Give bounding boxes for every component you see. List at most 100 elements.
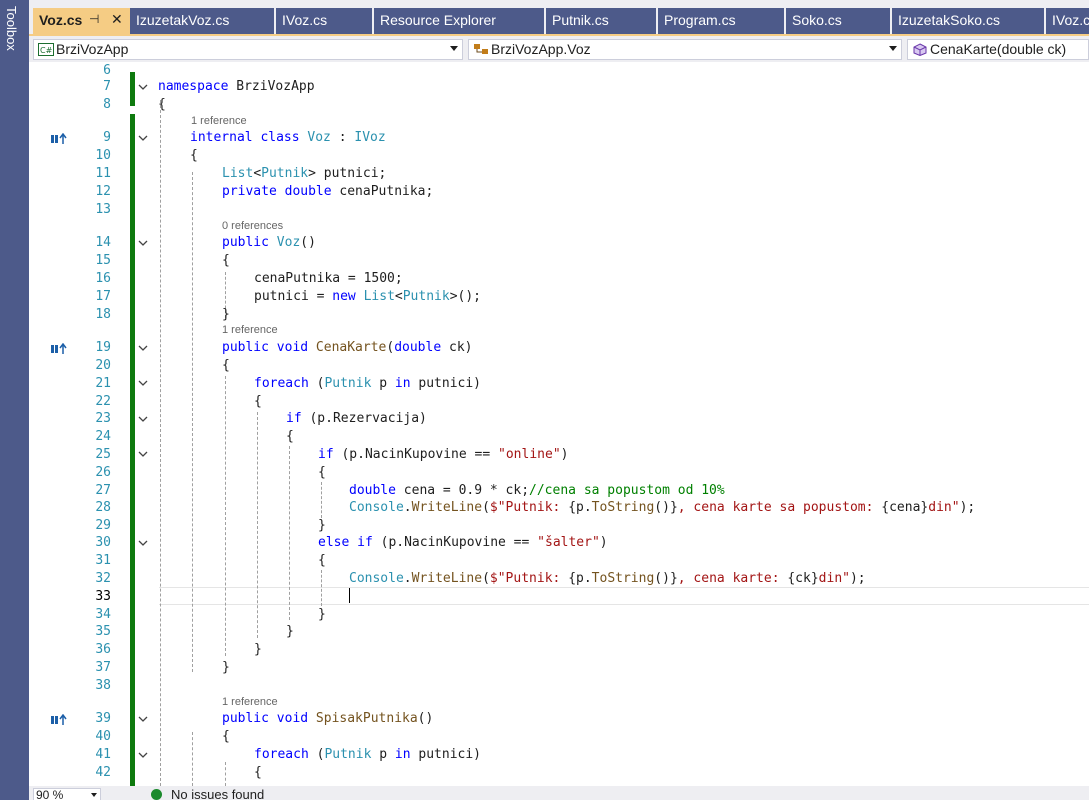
codelens-references[interactable]: 1 reference [222, 695, 278, 709]
collapse-chevron-icon[interactable] [137, 132, 149, 144]
interp: {ck} [787, 571, 819, 586]
code-line-10[interactable]: { [190, 147, 198, 165]
code-line-11[interactable]: List<Putnik> putnici; [222, 165, 386, 183]
keyword: double [394, 340, 442, 355]
codelens-references[interactable]: 1 reference [222, 323, 278, 337]
line-number: 7 [103, 79, 111, 94]
code-line-35[interactable]: } [286, 623, 294, 641]
tab-izuzetaksoko-cs[interactable]: IzuzetakSoko.cs [892, 8, 1044, 34]
collapse-chevron-icon[interactable] [137, 237, 149, 249]
code-line-23[interactable]: if (p.Rezervacija) [286, 410, 427, 428]
tab-resource-explorer[interactable]: Resource Explorer [374, 8, 544, 34]
code-line-34[interactable]: } [318, 606, 326, 624]
condition: (p.NacinKupovine == [372, 535, 538, 550]
constructor-name: Voz [276, 235, 301, 250]
codelens-references[interactable]: 0 references [222, 219, 283, 233]
code-line-19[interactable]: public void CenaKarte(double ck) [222, 339, 472, 357]
code-line-17[interactable]: putnici = new List<Putnik>(); [254, 288, 481, 306]
toolbox-label[interactable]: Toolbox [4, 6, 19, 51]
punct: : [330, 130, 355, 145]
toolbox-strip[interactable]: Toolbox [0, 0, 29, 800]
collapse-chevron-icon[interactable] [137, 537, 149, 549]
tab-voz-cs[interactable]: Voz.cs ⊣ ✕ [33, 8, 132, 36]
implements-member-icon[interactable] [51, 343, 69, 355]
code-line-9[interactable]: internal class Voz : IVoz [190, 129, 386, 147]
code-editor[interactable]: 6 7 8 9 10 11 12 13 14 15 16 17 18 19 20… [29, 62, 1089, 786]
code-line-40[interactable]: { [222, 728, 230, 746]
brace: { [254, 394, 262, 409]
collapse-chevron-icon[interactable] [137, 413, 149, 425]
tab-putnik-cs[interactable]: Putnik.cs [546, 8, 656, 34]
line-number: 40 [95, 729, 111, 744]
string-literal: din" [928, 500, 960, 515]
tab-label: Resource Explorer [380, 12, 496, 28]
code-line-26[interactable]: { [318, 464, 326, 482]
code-line-29[interactable]: } [318, 517, 326, 535]
punct: . [403, 571, 412, 586]
code-line-24[interactable]: { [286, 428, 294, 446]
code-line-42[interactable]: { [254, 764, 262, 782]
keyword: public void [222, 711, 309, 726]
codelens-references[interactable]: 1 reference [191, 114, 247, 128]
code-line-22[interactable]: { [254, 393, 262, 411]
code-line-31[interactable]: { [318, 552, 326, 570]
code-line-36[interactable]: } [254, 641, 262, 659]
keyword: foreach [254, 376, 309, 391]
identifier: putnici = [254, 289, 333, 304]
code-line-7[interactable]: namespace BrziVozApp [158, 78, 315, 96]
tab-soko-cs[interactable]: Soko.cs [786, 8, 890, 34]
project-dropdown[interactable]: C# BrziVozApp [33, 39, 463, 60]
member-dropdown[interactable]: CenaKarte(double ck) [907, 39, 1089, 60]
code-line-14[interactable]: public Voz() [222, 234, 316, 252]
code-line-16[interactable]: cenaPutnika = 1500; [254, 270, 403, 288]
identifier: cenaPutnika; [331, 184, 434, 199]
line-number: 41 [95, 747, 111, 762]
type-dropdown[interactable]: BrziVozApp.Voz [468, 39, 902, 60]
csharp-project-icon: C# [38, 43, 54, 56]
code-line-27[interactable]: double cena = 0.9 * ck;//cena sa popusto… [349, 482, 725, 500]
class-name: Voz [307, 130, 331, 145]
method-name: CenaKarte [315, 340, 387, 355]
type: Console [349, 500, 404, 515]
code-line-41[interactable]: foreach (Putnik p in putnici) [254, 746, 481, 764]
code-line-18[interactable]: } [222, 306, 230, 324]
tab-izuzetakvoz-cs[interactable]: IzuzetakVoz.cs [130, 8, 274, 34]
statement: cenaPutnika = 1500; [254, 271, 403, 286]
issues-status[interactable]: No issues found [171, 788, 264, 800]
code-line-20[interactable]: { [222, 357, 230, 375]
code-line-39[interactable]: public void SpisakPutnika() [222, 710, 433, 728]
code-line-30[interactable]: else if (p.NacinKupovine == "šalter") [318, 534, 608, 552]
interp: { [568, 500, 577, 515]
keyword: new [332, 289, 356, 304]
tab-label: IzuzetakVoz.cs [136, 12, 230, 28]
code-line-21[interactable]: foreach (Putnik p in putnici) [254, 375, 481, 393]
code-line-32[interactable]: Console.WriteLine($"Putnik: {p.ToString(… [349, 570, 866, 588]
code-line-15[interactable]: { [222, 252, 230, 270]
implements-member-icon[interactable] [51, 714, 69, 726]
collapse-chevron-icon[interactable] [137, 448, 149, 460]
indent-guide [289, 446, 290, 620]
method-name: WriteLine [411, 571, 483, 586]
tab-ivoz-cs[interactable]: IVoz.cs [276, 8, 372, 34]
collapse-chevron-icon[interactable] [137, 713, 149, 725]
code-line-28[interactable]: Console.WriteLine($"Putnik: {p.ToString(… [349, 499, 975, 517]
zoom-dropdown[interactable]: 90 % [33, 788, 101, 800]
collapse-chevron-icon[interactable] [137, 749, 149, 761]
tab-program-cs[interactable]: Program.cs [658, 8, 784, 34]
code-line-25[interactable]: if (p.NacinKupovine == "online") [318, 446, 568, 464]
implements-interface-icon[interactable] [51, 133, 69, 145]
code-line-37[interactable]: } [222, 659, 230, 677]
current-line-highlight [159, 587, 1089, 605]
tab-ivoz-cs-2[interactable]: IVoz.cs [1046, 8, 1089, 34]
code-line-12[interactable]: private double cenaPutnika; [222, 183, 433, 201]
line-number: 37 [95, 660, 111, 675]
close-icon[interactable]: ✕ [111, 11, 123, 28]
pin-icon[interactable]: ⊣ [89, 12, 99, 26]
code-line-8[interactable]: { [158, 96, 166, 114]
keyword: double [349, 483, 396, 498]
punct: ( [482, 500, 490, 515]
collapse-chevron-icon[interactable] [137, 377, 149, 389]
collapse-chevron-icon[interactable] [137, 81, 149, 93]
code-line-33[interactable] [349, 588, 350, 607]
collapse-chevron-icon[interactable] [137, 342, 149, 354]
